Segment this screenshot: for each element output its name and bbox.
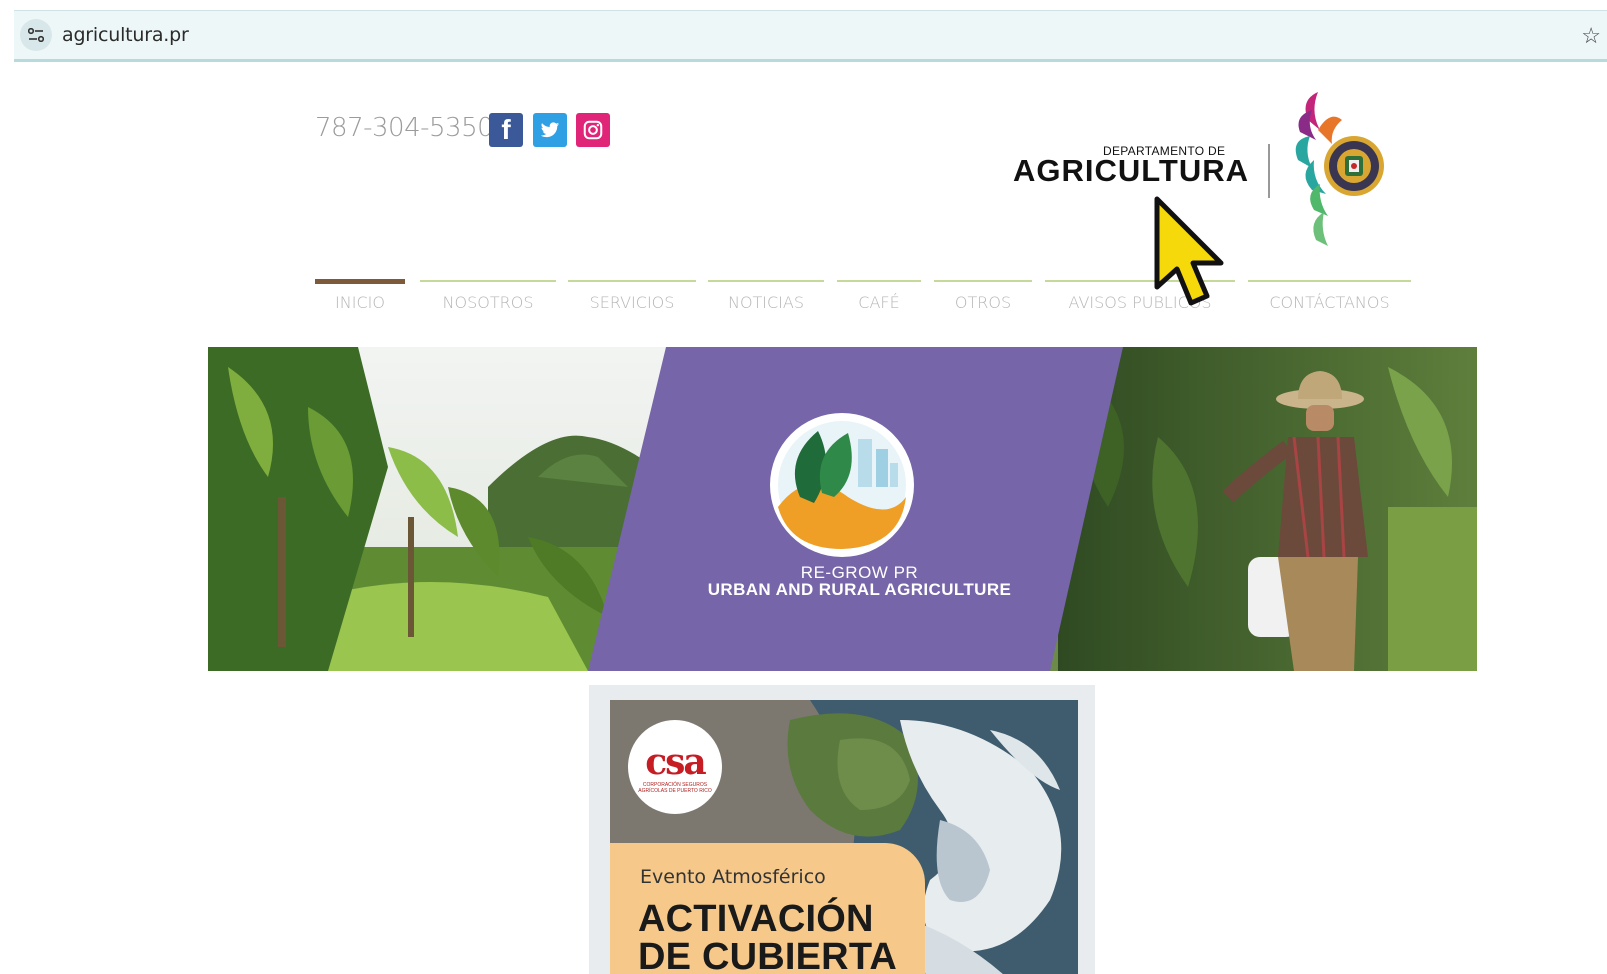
nav-label: NOTICIAS [727, 293, 805, 312]
nav-label: NOSOTROS [442, 293, 534, 312]
promo-card[interactable]: csa CORPORACIÓN SEGUROS AGRÍCOLAS DE PUE… [610, 700, 1078, 974]
csa-logo-caption: CORPORACIÓN SEGUROS AGRÍCOLAS DE PUERTO … [638, 782, 712, 794]
csa-logo-text: csa [645, 741, 707, 783]
hero-banner[interactable]: RE-GROW PR URBAN AND RURAL AGRICULTURE [208, 347, 1477, 671]
dept-logo-text[interactable]: AGRICULTURA [1013, 153, 1249, 189]
logo-divider [1268, 144, 1270, 198]
nav-item-otros[interactable]: OTROS [934, 280, 1032, 314]
csa-logo: csa CORPORACIÓN SEGUROS AGRÍCOLAS DE PUE… [628, 720, 722, 814]
facebook-glyph: f [501, 114, 511, 145]
nav-item-noticias[interactable]: NOTICIAS [708, 280, 824, 314]
instagram-icon[interactable] [576, 113, 610, 147]
nav-item-inicio[interactable]: INICIO [315, 279, 405, 314]
nav-item-nosotros[interactable]: NOSOTROS [420, 280, 556, 314]
nav-item-servicios[interactable]: SERVICIOS [568, 280, 696, 314]
nav-label: INICIO [335, 293, 385, 312]
mouse-cursor-icon [1153, 195, 1233, 315]
hero-image [208, 347, 1477, 671]
nav-item-contactanos[interactable]: CONTÁCTANOS [1248, 280, 1411, 314]
facebook-icon[interactable]: f [489, 113, 523, 147]
hero-title: URBAN AND RURAL AGRICULTURE [707, 580, 1012, 599]
promo-headline-line1: ACTIVACIÓN [638, 898, 874, 940]
nav-item-cafe[interactable]: CAFÉ [837, 280, 921, 314]
phone-number[interactable]: 787-304-5350 [315, 113, 494, 143]
nav-label: CAFÉ [858, 293, 900, 312]
address-bar[interactable]: agricultura.pr ☆ [14, 10, 1607, 62]
nav-label: SERVICIOS [589, 293, 675, 312]
twitter-icon[interactable] [533, 113, 567, 147]
star-outline-icon[interactable]: ☆ [1581, 23, 1601, 49]
promo-headline: ACTIVACIÓN DE CUBIERTA [638, 900, 897, 974]
url-text[interactable]: agricultura.pr [62, 24, 189, 46]
nav-label: OTROS [954, 293, 1012, 312]
nav-label: CONTÁCTANOS [1269, 293, 1390, 312]
tune-icon[interactable] [20, 19, 52, 51]
promo-event-label: Evento Atmosférico [640, 866, 826, 888]
page: agricultura.pr ☆ 787-304-5350 f DEPARTAM… [0, 0, 1607, 974]
government-seal-icon [1290, 90, 1400, 255]
promo-headline-line2: DE CUBIERTA [638, 936, 898, 974]
